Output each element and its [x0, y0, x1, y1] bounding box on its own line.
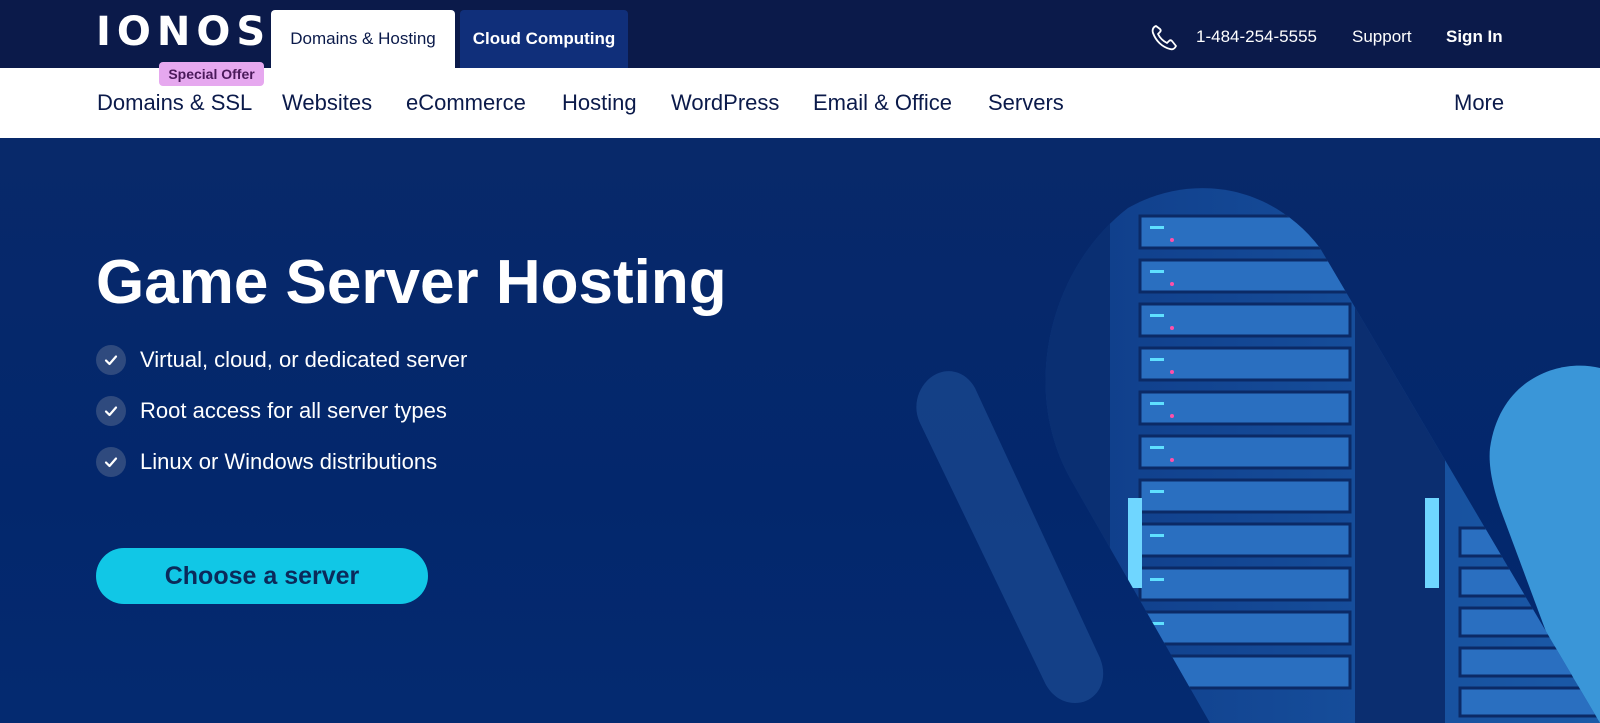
tab-label: Domains & Hosting — [290, 29, 436, 48]
tab-cloud-computing[interactable]: Cloud Computing — [460, 10, 628, 68]
tab-label: Cloud Computing — [472, 29, 616, 48]
nav-item-hosting[interactable]: Hosting — [562, 90, 637, 116]
ionos-logo[interactable]: IONOS — [96, 12, 271, 52]
button-label: Choose a server — [164, 561, 360, 590]
nav-item-email-office[interactable]: Email & Office — [813, 90, 952, 116]
checkmark-icon — [96, 345, 126, 375]
feature-text: Root access for all server types — [140, 398, 447, 423]
page-title: Game Server Hosting — [96, 248, 727, 317]
nav-item-servers[interactable]: Servers — [988, 90, 1064, 116]
nav-item-more[interactable]: More — [1454, 90, 1504, 116]
checkmark-icon — [96, 396, 126, 426]
tab-domains-hosting[interactable]: Domains & Hosting — [271, 10, 455, 68]
nav-item-wordpress[interactable]: WordPress — [671, 90, 779, 116]
phone-icon[interactable] — [1148, 22, 1180, 52]
sign-in-link[interactable]: Sign In — [1446, 27, 1503, 47]
nav-item-websites[interactable]: Websites — [282, 90, 372, 116]
feature-text: Virtual, cloud, or dedicated server — [140, 347, 468, 372]
feature-item: Linux or Windows distributions — [96, 447, 437, 477]
phone-number-link[interactable]: 1-484-254-5555 — [1196, 27, 1317, 47]
feature-text: Linux or Windows distributions — [140, 449, 438, 474]
special-offer-badge: Special Offer — [159, 62, 264, 86]
support-link[interactable]: Support — [1352, 27, 1412, 47]
top-bar: IONOS Domains & Hosting Cloud Computing … — [0, 0, 1600, 68]
checkmark-icon — [96, 447, 126, 477]
feature-item: Virtual, cloud, or dedicated server — [96, 345, 467, 375]
nav-item-domains-ssl[interactable]: Domains & SSL — [97, 90, 252, 116]
server-rack-image — [916, 188, 1600, 723]
hero-section: Game Server Hosting Virtual, cloud, or d… — [0, 138, 1600, 723]
choose-server-button[interactable]: Choose a server — [96, 548, 428, 604]
nav-item-ecommerce[interactable]: eCommerce — [406, 90, 526, 116]
feature-item: Root access for all server types — [96, 396, 447, 426]
